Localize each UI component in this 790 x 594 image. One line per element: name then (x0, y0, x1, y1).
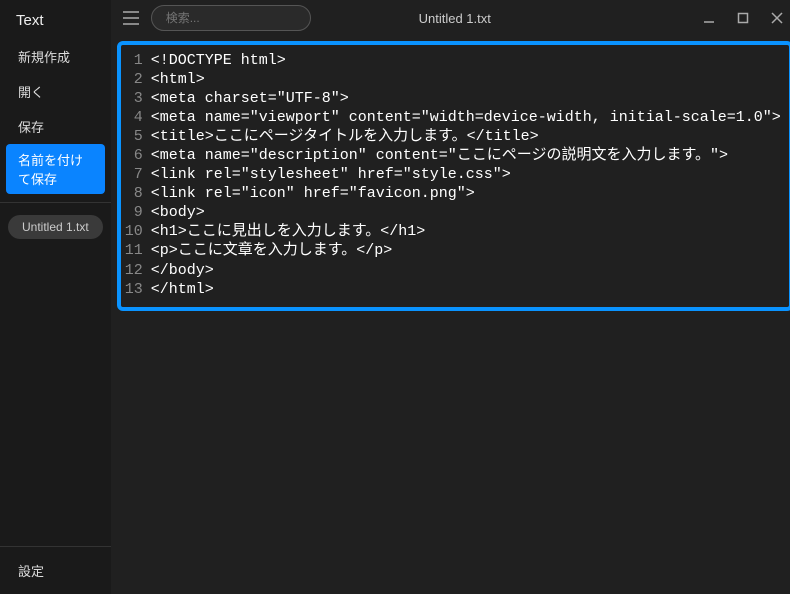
maximize-button[interactable] (735, 10, 751, 26)
search-input[interactable] (151, 5, 311, 31)
line-number: 4 (123, 108, 151, 127)
line-number: 1 (123, 51, 151, 70)
code-text[interactable]: </html> (151, 280, 214, 299)
menu-icon[interactable] (119, 6, 143, 30)
code-text[interactable]: <link rel="icon" href="favicon.png"> (151, 184, 475, 203)
sidebar-menu-item[interactable]: 開く (0, 74, 111, 109)
sidebar-separator (0, 202, 111, 203)
code-text[interactable]: <meta name="viewport" content="width=dev… (151, 108, 781, 127)
main-area: Untitled 1.txt 1<!DOCTYPE html>2<html>3<… (111, 0, 790, 594)
code-text[interactable]: <!DOCTYPE html> (151, 51, 286, 70)
code-line[interactable]: 9<body> (123, 203, 781, 222)
code-line[interactable]: 3<meta charset="UTF-8"> (123, 89, 781, 108)
window-controls (701, 10, 790, 26)
line-number: 3 (123, 89, 151, 108)
sidebar-menu: 新規作成開く保存名前を付けて保存 (0, 39, 111, 194)
code-line[interactable]: 10<h1>ここに見出しを入力します。</h1> (123, 222, 781, 241)
line-number: 6 (123, 146, 151, 165)
sidebar-menu-item[interactable]: 新規作成 (0, 39, 111, 74)
code-line[interactable]: 7<link rel="stylesheet" href="style.css"… (123, 165, 781, 184)
code-text[interactable]: <h1>ここに見出しを入力します。</h1> (151, 222, 426, 241)
code-text[interactable]: <p>ここに文章を入力します。</p> (151, 241, 393, 260)
code-line[interactable]: 1<!DOCTYPE html> (123, 51, 781, 70)
line-number: 11 (123, 241, 151, 260)
code-line[interactable]: 13</html> (123, 280, 781, 299)
code-text[interactable]: <meta name="description" content="ここにページ… (151, 146, 728, 165)
code-line[interactable]: 12</body> (123, 261, 781, 280)
code-line[interactable]: 8<link rel="icon" href="favicon.png"> (123, 184, 781, 203)
line-number: 9 (123, 203, 151, 222)
code-line[interactable]: 6<meta name="description" content="ここにペー… (123, 146, 781, 165)
code-editor[interactable]: 1<!DOCTYPE html>2<html>3<meta charset="U… (123, 51, 781, 299)
code-line[interactable]: 4<meta name="viewport" content="width=de… (123, 108, 781, 127)
code-text[interactable]: </body> (151, 261, 214, 280)
line-number: 7 (123, 165, 151, 184)
document-title: Untitled 1.txt (419, 11, 491, 26)
line-number: 5 (123, 127, 151, 146)
app-root: Text 新規作成開く保存名前を付けて保存 Untitled 1.txt 設定 … (0, 0, 790, 594)
editor-wrap: 1<!DOCTYPE html>2<html>3<meta charset="U… (111, 36, 790, 321)
line-number: 8 (123, 184, 151, 203)
settings-button[interactable]: 設定 (0, 547, 111, 594)
line-number: 12 (123, 261, 151, 280)
app-title: Text (0, 0, 111, 39)
minimize-button[interactable] (701, 10, 717, 26)
line-number: 13 (123, 280, 151, 299)
sidebar-menu-item[interactable]: 名前を付けて保存 (6, 144, 105, 194)
sidebar-menu-item[interactable]: 保存 (0, 109, 111, 144)
code-text[interactable]: <body> (151, 203, 205, 222)
close-button[interactable] (769, 10, 785, 26)
code-line[interactable]: 2<html> (123, 70, 781, 89)
code-line[interactable]: 5<title>ここにページタイトルを入力します。</title> (123, 127, 781, 146)
sidebar-spacer (0, 239, 111, 546)
line-number: 2 (123, 70, 151, 89)
code-text[interactable]: <link rel="stylesheet" href="style.css"> (151, 165, 511, 184)
sidebar: Text 新規作成開く保存名前を付けて保存 Untitled 1.txt 設定 (0, 0, 111, 594)
editor-border: 1<!DOCTYPE html>2<html>3<meta charset="U… (117, 41, 790, 311)
code-text[interactable]: <html> (151, 70, 205, 89)
code-text[interactable]: <meta charset="UTF-8"> (151, 89, 349, 108)
code-text[interactable]: <title>ここにページタイトルを入力します。</title> (151, 127, 539, 146)
open-file-chip[interactable]: Untitled 1.txt (8, 215, 103, 239)
line-number: 10 (123, 222, 151, 241)
toolbar: Untitled 1.txt (111, 0, 790, 36)
code-line[interactable]: 11<p>ここに文章を入力します。</p> (123, 241, 781, 260)
